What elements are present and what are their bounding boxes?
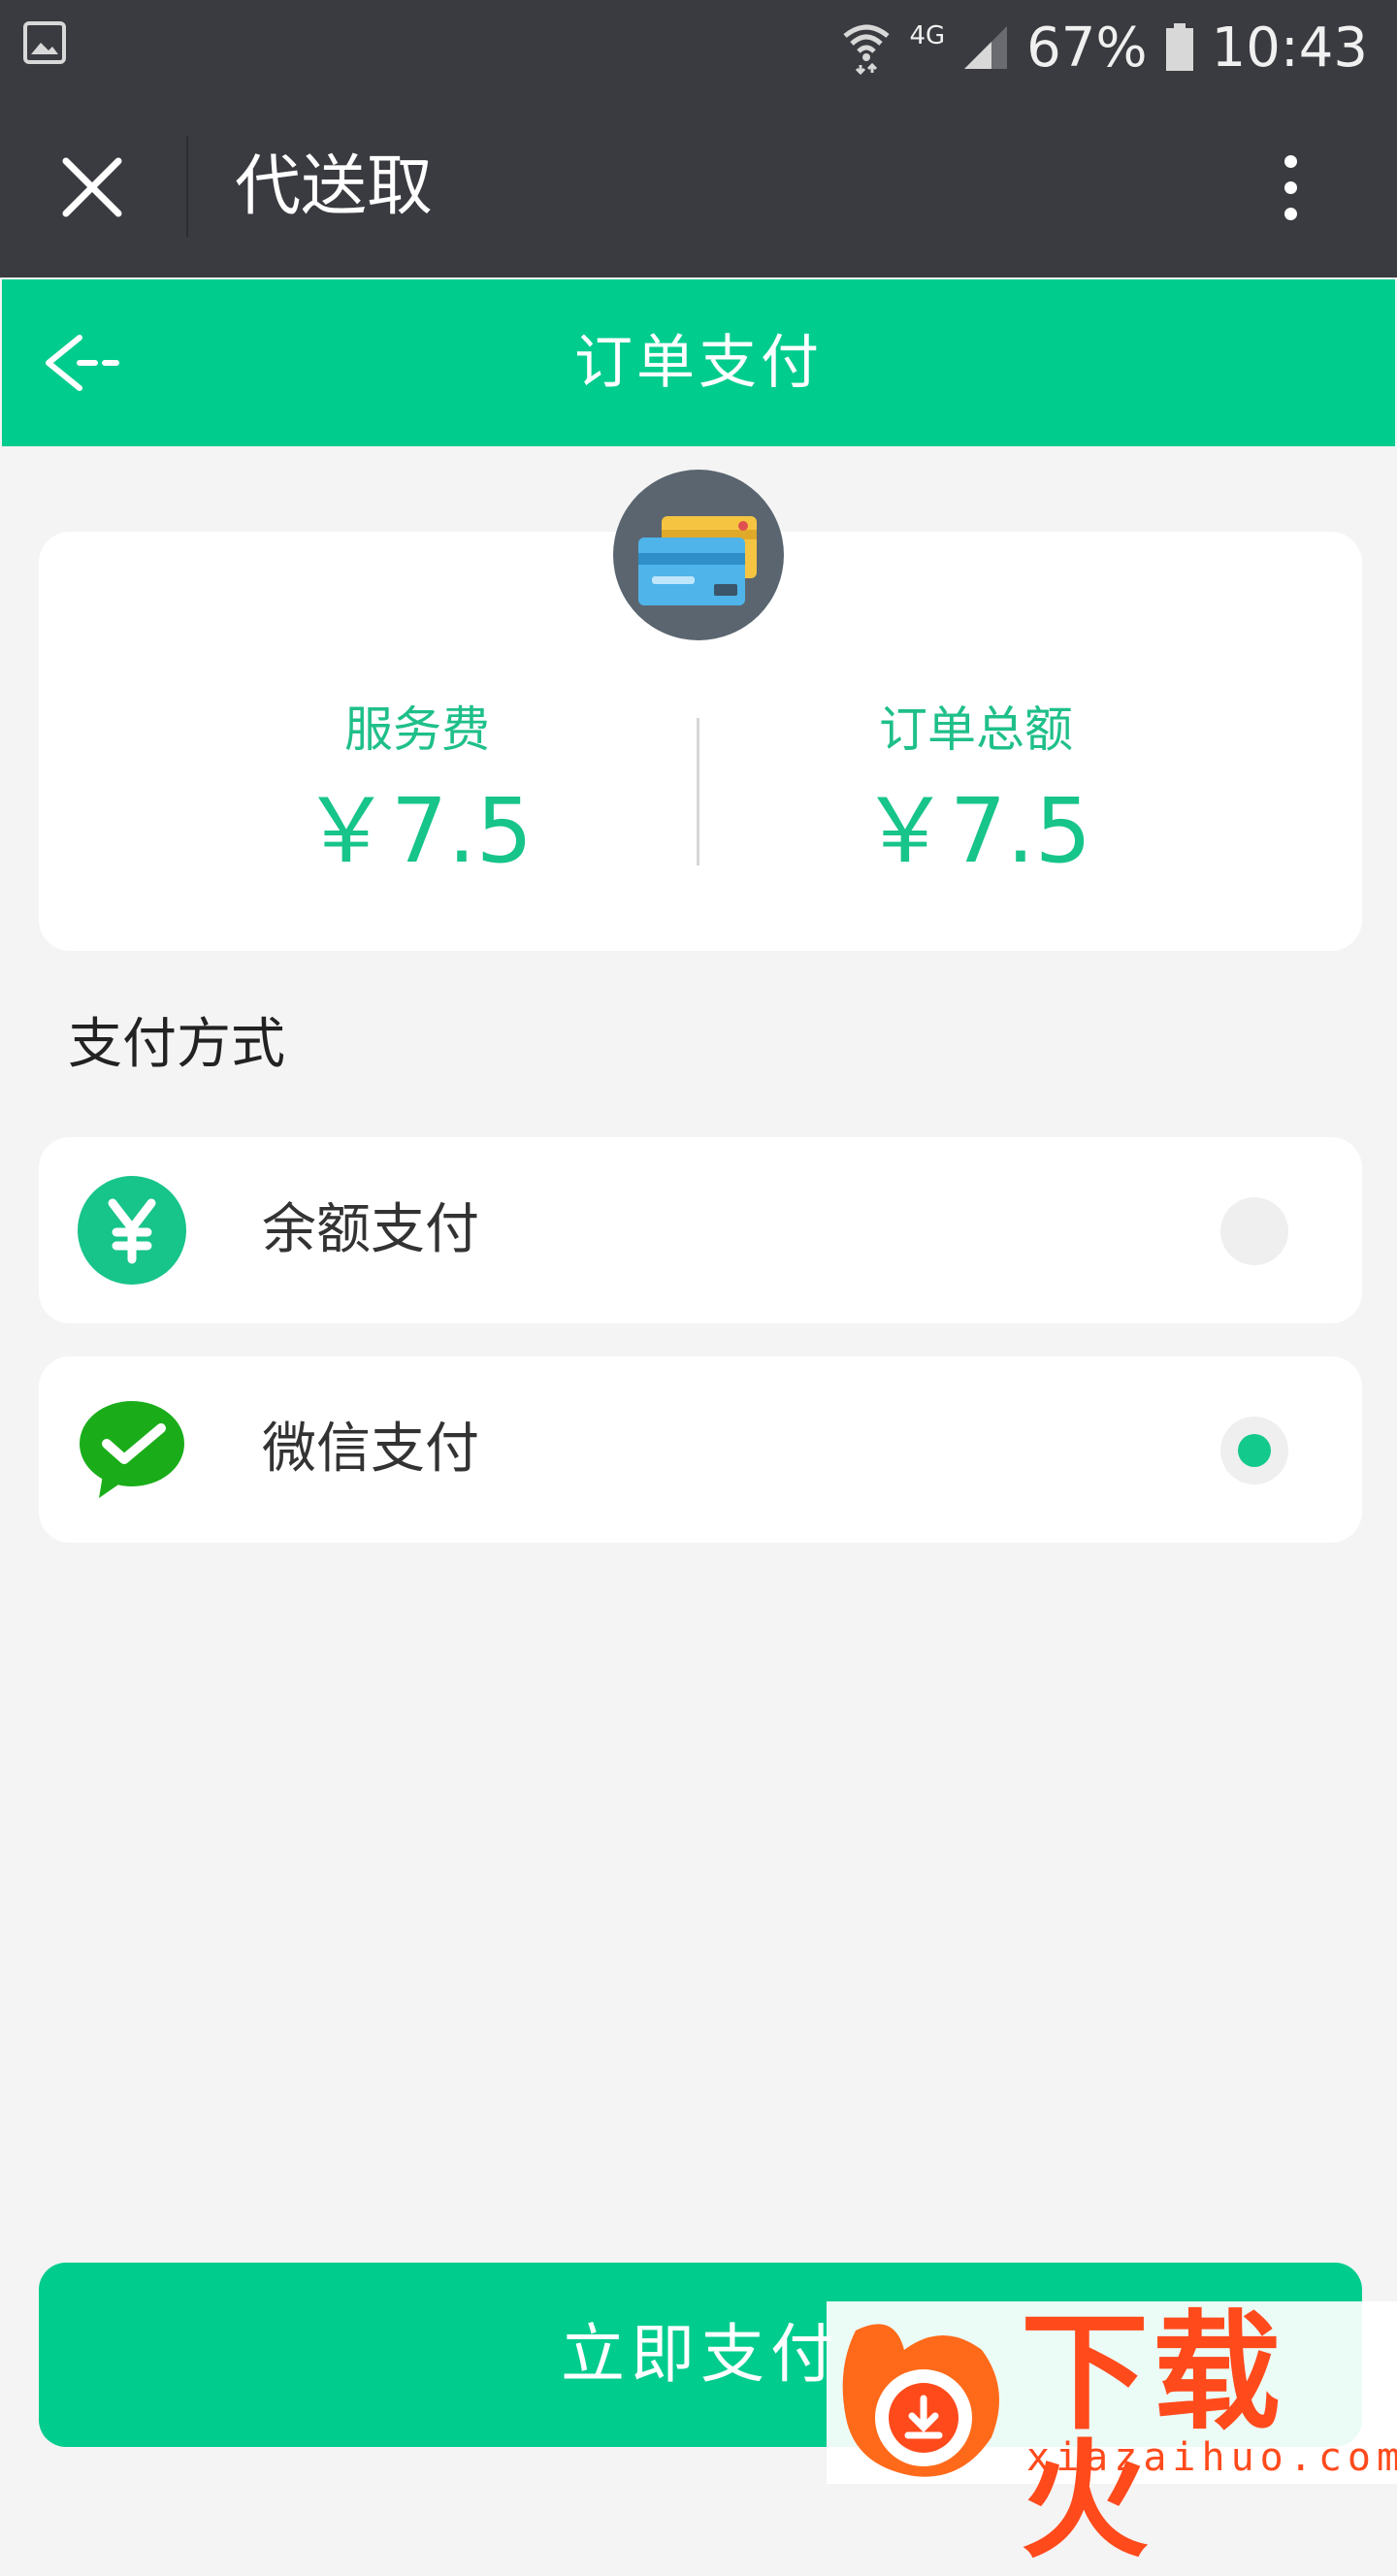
- watermark: 下载火 xiazaihuo.com: [827, 2301, 1397, 2565]
- more-vertical-icon[interactable]: [1261, 146, 1319, 229]
- payment-option-label: 微信支付: [262, 1418, 479, 1481]
- wifi-icon: [841, 20, 892, 75]
- clock: 10:43: [1211, 16, 1368, 80]
- nav-title: 订单支付: [574, 329, 823, 397]
- battery-percent: 67%: [1026, 16, 1148, 80]
- back-arrow-icon[interactable]: [41, 328, 128, 398]
- order-total-value: ￥7.5: [860, 779, 1092, 883]
- yuan-icon: [78, 1176, 186, 1285]
- watermark-url: xiazaihuo.com: [1026, 2435, 1397, 2480]
- radio-unselected[interactable]: [1220, 1197, 1288, 1265]
- order-total-label: 订单总额: [879, 701, 1073, 758]
- order-total: 订单总额 ￥7.5: [733, 701, 1218, 885]
- close-icon[interactable]: [50, 146, 134, 229]
- payment-option-balance[interactable]: 余额支付: [39, 1137, 1362, 1323]
- network-type: 4G: [909, 21, 946, 50]
- service-fee-label: 服务费: [344, 701, 490, 758]
- summary-divider: [697, 718, 699, 865]
- wechat-pay-icon: [78, 1395, 186, 1504]
- page-title: 代送取: [235, 148, 434, 225]
- flame-logo-icon: [836, 2311, 1011, 2486]
- service-fee: 服务费 ￥7.5: [175, 701, 660, 885]
- payment-method-heading: 支付方式: [68, 1013, 285, 1076]
- service-fee-value: ￥7.5: [301, 779, 534, 883]
- signal-icon: [962, 24, 1009, 71]
- radio-selected[interactable]: [1220, 1417, 1288, 1484]
- order-nav-bar: 订单支付: [2, 279, 1395, 446]
- gallery-notification-icon: [23, 21, 66, 64]
- battery-icon: [1165, 23, 1194, 72]
- status-icons: 4G 67% 10:43: [841, 14, 1368, 82]
- status-bar: 4G 67% 10:43: [0, 0, 1397, 93]
- radio-dot: [1238, 1434, 1271, 1467]
- payment-option-label: 余额支付: [262, 1198, 479, 1261]
- wechat-header: 代送取: [0, 93, 1397, 277]
- header-divider: [186, 136, 188, 237]
- payment-option-wechat[interactable]: 微信支付: [39, 1356, 1362, 1543]
- credit-card-icon: [613, 470, 784, 640]
